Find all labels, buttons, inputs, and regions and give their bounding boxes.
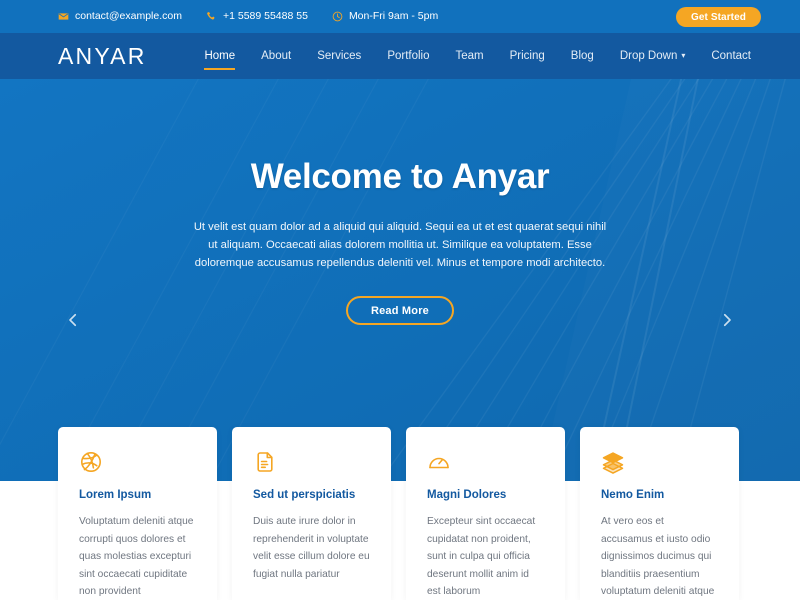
nav-item-portfolio[interactable]: Portfolio [374,46,442,66]
nav-item-pricing[interactable]: Pricing [497,46,558,66]
nav-link-dropdown-label: Drop Down [619,50,678,62]
carousel-prev-button[interactable] [60,307,86,333]
feature-cards: Lorem Ipsum Voluptatum deleniti atque co… [58,427,754,600]
nav-link-services[interactable]: Services [304,46,374,66]
hero-section: Welcome to Anyar Ut velit est quam dolor… [0,79,800,481]
contact-email-text: contact@example.com [75,10,182,23]
phone-icon [206,11,217,22]
feature-card-title: Sed ut perspiciatis [253,489,356,501]
feature-card[interactable]: Lorem Ipsum Voluptatum deleniti atque co… [58,427,217,600]
nav-link-dropdown[interactable]: Drop Down ▾ [607,46,699,66]
feature-card[interactable]: Magni Dolores Excepteur sint occaecat cu… [406,427,565,600]
nav-link-team[interactable]: Team [443,46,497,66]
feature-card-title: Nemo Enim [601,489,665,501]
nav-link-blog[interactable]: Blog [558,46,607,66]
hero-content: Welcome to Anyar Ut velit est quam dolor… [0,79,800,481]
envelope-icon [58,11,69,22]
nav-item-dropdown[interactable]: Drop Down ▾ [607,46,699,66]
layers-icon [601,449,718,475]
nav-menu: Home About Services Portfolio Team Prici… [191,46,764,70]
chevron-down-icon: ▾ [681,51,686,60]
nav-link-home[interactable]: Home [191,46,248,66]
clock-icon [332,11,343,22]
feature-card[interactable]: Nemo Enim At vero eos et accusamus et iu… [580,427,739,600]
dribbble-icon [79,449,196,475]
nav-item-about[interactable]: About [248,46,304,66]
site-logo[interactable]: ANYAR [58,43,147,70]
contact-email[interactable]: contact@example.com [58,11,182,22]
nav-item-services[interactable]: Services [304,46,374,66]
feature-card-title: Lorem Ipsum [79,489,152,501]
feature-card-text: At vero eos et accusamus et iusto odio d… [601,516,715,597]
nav-link-pricing[interactable]: Pricing [497,46,558,66]
hero-title: Welcome to Anyar [250,157,550,196]
nav-link-contact[interactable]: Contact [698,46,764,66]
main-navbar: ANYAR Home About Services Portfolio Team… [0,33,800,79]
feature-card-text: Duis aute irure dolor in reprehenderit i… [253,516,370,580]
nav-link-about[interactable]: About [248,46,304,66]
nav-item-team[interactable]: Team [443,46,497,66]
feature-card-title: Magni Dolores [427,489,507,501]
contact-hours: Mon-Fri 9am - 5pm [332,11,438,22]
chevron-right-icon [718,311,736,329]
nav-item-home[interactable]: Home [191,46,248,70]
nav-item-blog[interactable]: Blog [558,46,607,66]
gauge-icon [427,449,544,475]
carousel-next-button[interactable] [714,307,740,333]
feature-card-text: Voluptatum deleniti atque corrupti quos … [79,516,194,597]
top-contact-bar: contact@example.com +1 5589 55488 55 Mon… [0,0,800,33]
file-document-icon [253,449,370,475]
chevron-left-icon [64,311,82,329]
contact-hours-text: Mon-Fri 9am - 5pm [348,10,439,23]
get-started-button[interactable]: Get Started [675,7,761,27]
page-root: contact@example.com +1 5589 55488 55 Mon… [0,0,800,600]
contact-phone[interactable]: +1 5589 55488 55 [206,11,308,22]
nav-link-portfolio[interactable]: Portfolio [374,46,442,66]
feature-card[interactable]: Sed ut perspiciatis Duis aute irure dolo… [232,427,391,600]
nav-item-contact[interactable]: Contact [698,46,764,66]
contact-list: contact@example.com +1 5589 55488 55 Mon… [58,11,438,22]
hero-description: Ut velit est quam dolor ad a aliquid qui… [193,221,607,269]
nav-active-underline [204,68,236,70]
read-more-button[interactable]: Read More [345,296,455,325]
feature-card-text: Excepteur sint occaecat cupidatat non pr… [427,516,536,597]
contact-phone-text: +1 5589 55488 55 [222,10,308,23]
